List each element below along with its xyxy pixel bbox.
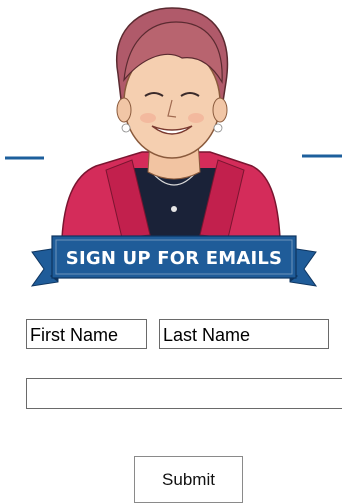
hero-illustration: SIGN UP FOR EMAILS — [0, 0, 342, 300]
email-input[interactable] — [26, 378, 342, 409]
first-name-input[interactable] — [26, 319, 147, 349]
candidate-portrait — [61, 7, 281, 240]
email-signup-page: SIGN UP FOR EMAILS Submit — [0, 0, 342, 504]
submit-button[interactable]: Submit — [134, 456, 243, 503]
banner-text: SIGN UP FOR EMAILS — [66, 248, 282, 269]
signup-ribbon-banner: SIGN UP FOR EMAILS — [30, 235, 318, 287]
last-name-input[interactable] — [159, 319, 329, 349]
